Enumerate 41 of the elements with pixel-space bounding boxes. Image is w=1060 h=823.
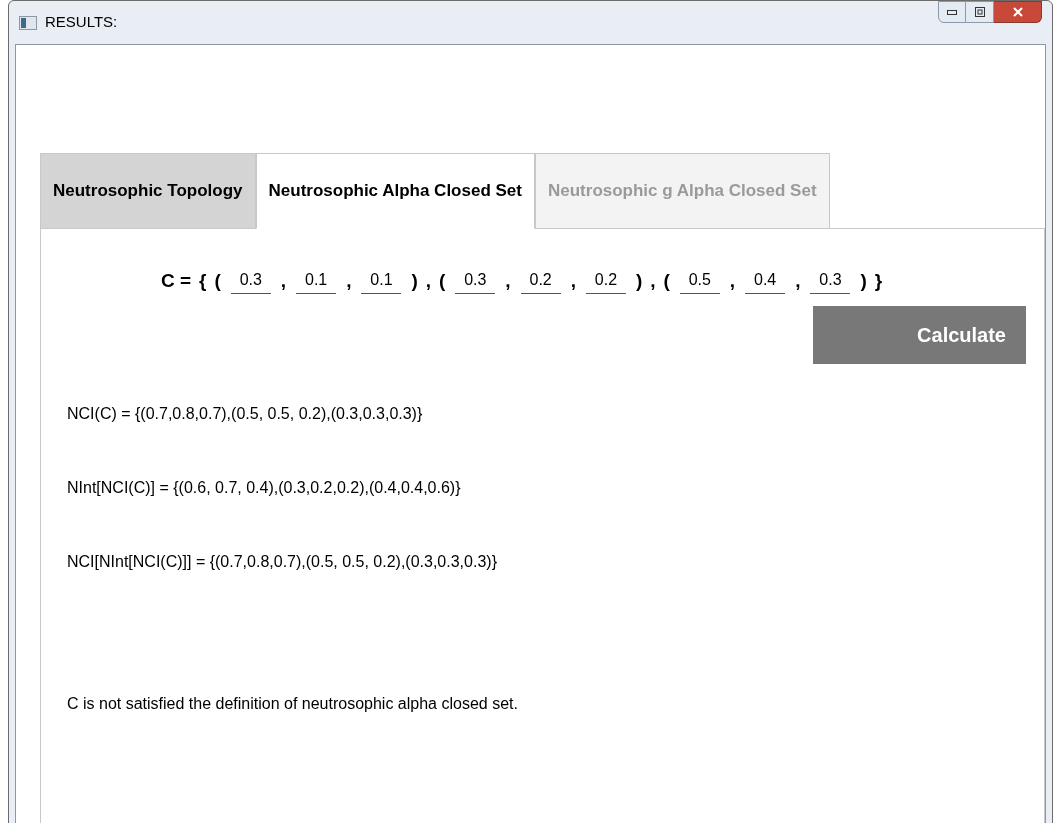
- minimize-icon: [947, 9, 957, 15]
- set-symbol: ,: [795, 269, 801, 293]
- set-symbol: (: [214, 269, 221, 293]
- set-symbol: ,: [346, 269, 352, 293]
- result-line: NCI[NInt[NCI(C)]] = {(0.7,0.8,0.7),(0.5, 0.5, 0.2),(0.3,0.3,0.3)}: [67, 552, 498, 572]
- window-title: RESULTS:: [45, 12, 118, 33]
- value-field[interactable]: 0.4: [745, 267, 786, 294]
- value-field[interactable]: 0.1: [296, 267, 337, 294]
- calculate-button[interactable]: Calculate: [813, 306, 1026, 364]
- result-line: NInt[NCI(C)] = {(0.6, 0.7, 0.4),(0.3,0.2,0.2),(0.4,0.4,0.6)}: [67, 478, 462, 498]
- app-icon: [19, 15, 37, 30]
- maximize-button[interactable]: [966, 1, 994, 23]
- set-symbol: ): [860, 269, 867, 293]
- tab[interactable]: Neutrosophic Alpha Closed Set: [255, 153, 535, 229]
- set-symbol: C =: [161, 269, 192, 293]
- set-symbol: ,: [729, 269, 736, 293]
- set-symbol: ,: [280, 269, 287, 293]
- set-symbol: ): [635, 269, 643, 293]
- result-line: NCI(C) = {(0.7,0.8,0.7),(0.5, 0.5, 0.2),(0.3,0.3,0.3)}: [67, 404, 424, 424]
- set-symbol: (: [663, 269, 670, 293]
- set-symbol: ,: [505, 269, 511, 293]
- set-symbol: ,: [425, 269, 431, 293]
- set-symbol: ,: [570, 269, 576, 293]
- value-field[interactable]: 0.2: [585, 267, 626, 294]
- value-field[interactable]: 0.2: [520, 267, 561, 294]
- close-icon: [1012, 7, 1023, 17]
- value-field[interactable]: 0.5: [679, 267, 720, 294]
- value-field[interactable]: 0.3: [455, 267, 496, 294]
- set-symbol: ): [411, 269, 418, 293]
- close-button[interactable]: [994, 1, 1042, 23]
- set-symbol: }: [874, 269, 883, 293]
- value-field[interactable]: 0.3: [230, 267, 271, 294]
- value-field[interactable]: 0.1: [361, 267, 402, 294]
- conclusion-text: C is not satisfied the definition of neutrosophic alpha closed set.: [66, 694, 519, 714]
- tab[interactable]: Neutrosophic Topology: [40, 153, 256, 229]
- minimize-button[interactable]: [938, 1, 966, 23]
- set-symbol: {: [199, 269, 207, 293]
- value-field[interactable]: 0.3: [810, 267, 851, 294]
- maximize-icon: [974, 7, 985, 17]
- set-symbol: ,: [650, 269, 656, 293]
- set-symbol: (: [439, 269, 446, 293]
